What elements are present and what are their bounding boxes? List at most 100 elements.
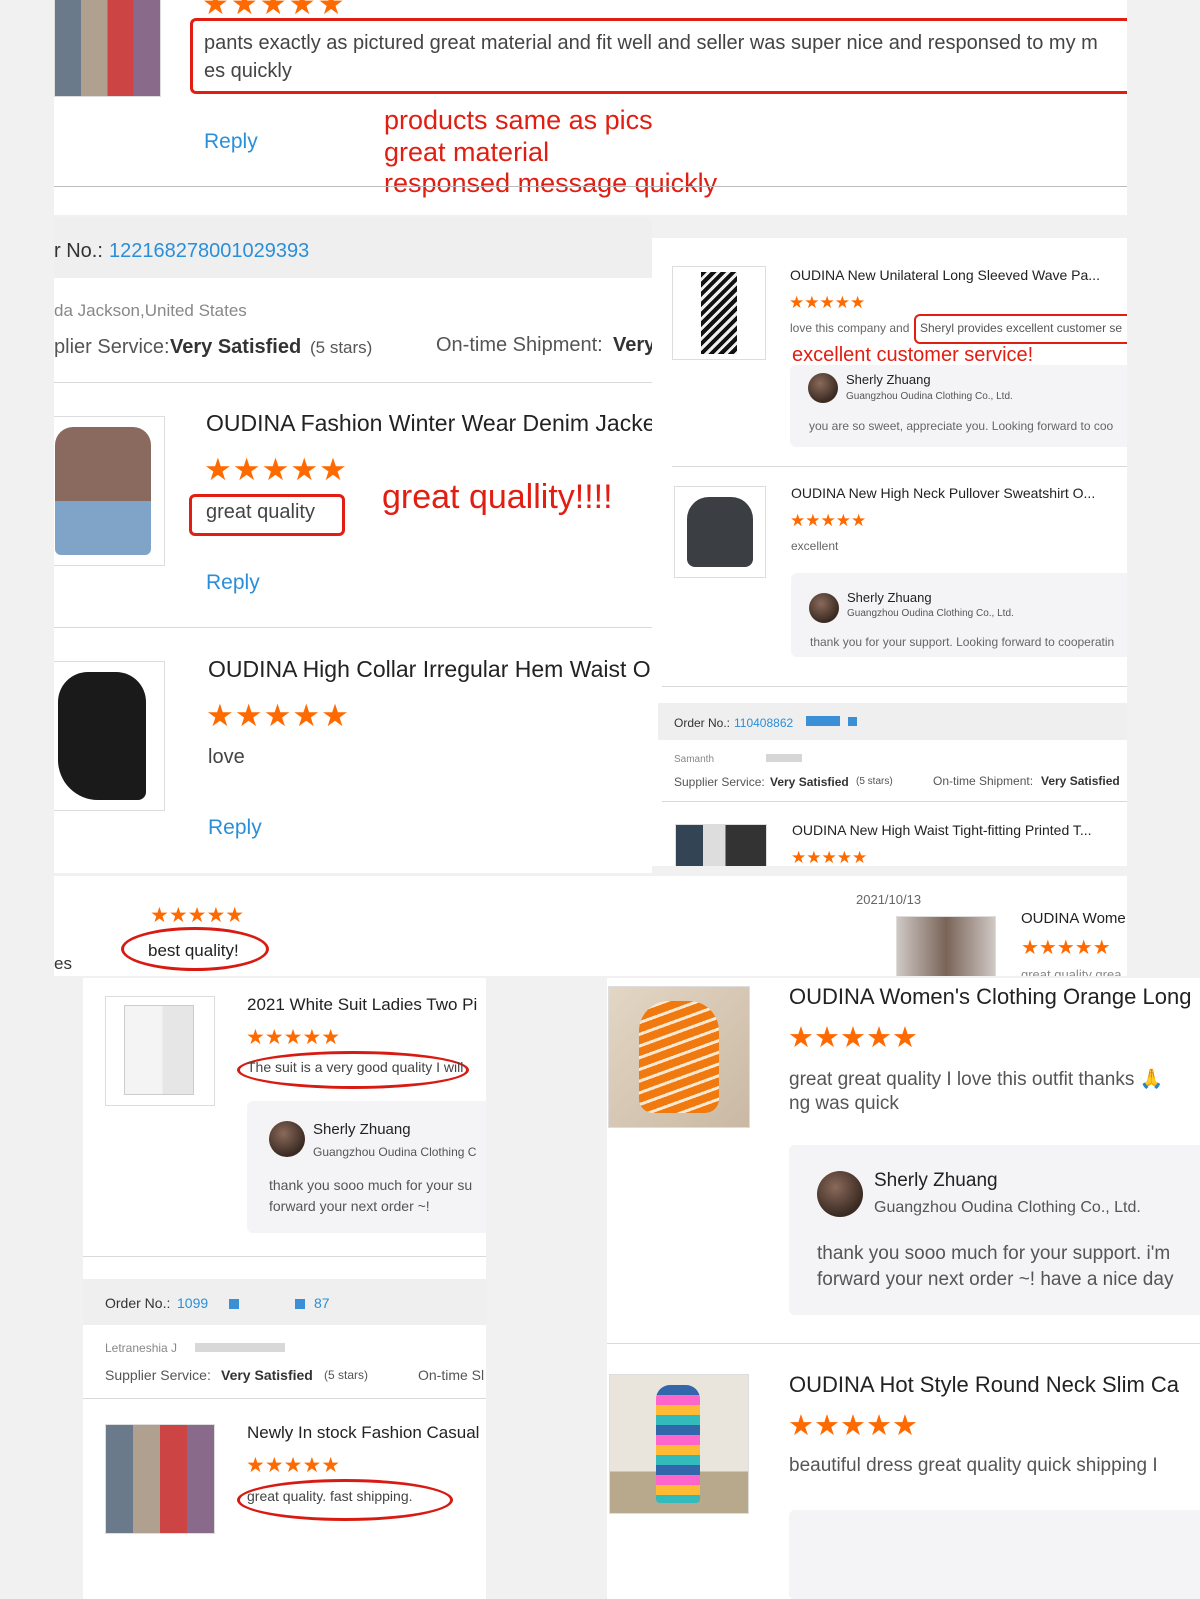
product-thumbnail[interactable] (105, 996, 215, 1106)
product-comment: excellent (791, 539, 839, 553)
product-comment: love (208, 746, 245, 768)
rating-stars: ★★★★★ (206, 698, 350, 733)
product-title[interactable]: OUDINA Wome (1021, 910, 1126, 927)
product-thumbnail[interactable] (105, 1424, 215, 1534)
avatar (808, 373, 838, 403)
order-number-link[interactable]: 122168278001029393 (109, 240, 309, 263)
reply-name: Sherly Zhuang (846, 372, 931, 387)
product-thumbnail[interactable] (675, 824, 767, 866)
reply-text-cont: forward your next order ~! (269, 1198, 430, 1214)
bottom-left-panel: 2021 White Suit Ladies Two Pi ★★★★★ The … (83, 978, 486, 1599)
order-label: r No.: (54, 240, 103, 262)
bottom-right-panel: OUDINA Women's Clothing Orange Long ★★★★… (607, 978, 1200, 1599)
product-comment: best quality! (148, 941, 239, 960)
avatar (269, 1121, 305, 1157)
annotation-line-1: products same as pics (384, 105, 653, 135)
order-number-end[interactable]: 87 (314, 1295, 330, 1311)
rating-stars: ★★★★★ (204, 452, 348, 487)
rating-stars: ★★★★★ (789, 293, 866, 312)
product-comment: great quality (206, 501, 315, 523)
product-comment-cont: ng was quick (789, 1093, 899, 1114)
seller-reply: Sherly Zhuang Guangzhou Oudina Clothing … (790, 365, 1127, 447)
comment-highlight: Sheryl provides excellent customer se (920, 321, 1123, 335)
product-title[interactable]: Newly In stock Fashion Casual (247, 1423, 479, 1443)
reply-link[interactable]: Reply (206, 571, 260, 595)
product-thumbnail[interactable] (54, 416, 165, 566)
order-number-link[interactable]: 110408862 (734, 716, 793, 730)
dress-image (656, 1385, 700, 1503)
product-title[interactable]: OUDINA Fashion Winter Wear Denim Jacke (206, 410, 652, 437)
annotation-line-3: responsed message quickly (384, 168, 718, 198)
divider (662, 801, 1127, 802)
divider (83, 1398, 486, 1399)
middle-strip: es ★★★★★ best quality! 2021/10/13 OUDINA… (54, 876, 1127, 976)
top-image (58, 672, 146, 800)
rating-stars: ★★★★★ (788, 1022, 918, 1054)
supplier-service-label: Supplier Service: (674, 775, 765, 789)
product-title[interactable]: OUDINA High Collar Irregular Hem Waist O (208, 656, 651, 683)
supplier-service-value: Very Satisfied (770, 775, 849, 789)
product-thumbnail[interactable] (609, 1374, 749, 1514)
reply-link[interactable]: Reply (208, 816, 262, 840)
product-title[interactable]: 2021 White Suit Ladies Two Pi (247, 995, 477, 1015)
avatar (817, 1171, 863, 1217)
rating-stars: ★★★★★ (1021, 937, 1111, 959)
divider (672, 466, 1127, 467)
product-title[interactable]: OUDINA Hot Style Round Neck Slim Ca (789, 1372, 1179, 1398)
redaction-mark (766, 754, 802, 762)
divider (54, 627, 652, 628)
reply-company: Guangzhou Oudina Clothing Co., Ltd. (846, 391, 1013, 402)
buyer-name: Letraneshia J (105, 1341, 178, 1355)
supplier-service-label: Supplier Service: (105, 1367, 211, 1383)
divider (54, 382, 652, 383)
product-title[interactable]: OUDINA New High Neck Pullover Sweatshirt… (791, 485, 1095, 501)
annotation: excellent customer service! (792, 344, 1034, 366)
reply-name: Sherly Zhuang (847, 590, 932, 605)
rating-stars: ★★★★★ (150, 904, 245, 927)
product-thumbnail[interactable] (608, 986, 750, 1128)
supplier-stars-text: (5 stars) (324, 1368, 369, 1382)
rating-stars: ★★★★★ (788, 1410, 918, 1442)
right-review-panel: OUDINA New Unilateral Long Sleeved Wave … (652, 238, 1127, 866)
seller-reply: Sherly Zhuang Guangzhou Oudina Clothing … (791, 573, 1127, 657)
review-highlight-box (190, 18, 1127, 94)
product-title[interactable]: OUDINA New High Waist Tight-fitting Prin… (792, 822, 1092, 838)
product-comment: great quality. fast shipping. (247, 1488, 413, 1504)
product-title[interactable]: OUDINA Women's Clothing Orange Long (789, 984, 1191, 1010)
top-review-panel: ★★★★★ pants exactly as pictured great ma… (54, 0, 1127, 215)
product-thumbnail[interactable] (54, 0, 161, 97)
product-title[interactable]: OUDINA New Unilateral Long Sleeved Wave … (790, 267, 1100, 283)
seller-reply: Sherly Zhuang Guangzhou Oudina Clothing … (247, 1101, 486, 1233)
reply-company: Guangzhou Oudina Clothing C (313, 1145, 477, 1159)
review-date: 2021/10/13 (856, 892, 922, 907)
divider (607, 1343, 1200, 1344)
product-comment: great great quality I love this outfit t… (789, 1069, 1164, 1090)
order-label: Order No.: (674, 716, 731, 730)
reply-link[interactable]: Reply (204, 130, 258, 154)
reply-company: Guangzhou Oudina Clothing Co., Ltd. (847, 608, 1014, 619)
supplier-service-value: Very Satisfied (221, 1367, 313, 1383)
divider (662, 686, 1127, 687)
shipment-label: On-time Shipment: (436, 334, 603, 356)
product-thumbnail[interactable] (674, 486, 766, 578)
product-thumbnail[interactable] (54, 661, 165, 811)
avatar (809, 593, 839, 623)
redaction-mark (229, 1299, 239, 1309)
jacket-image (55, 427, 151, 555)
product-comment: beautiful dress great quality quick ship… (789, 1455, 1158, 1476)
reply-text: thank you sooo much for your support. i'… (817, 1243, 1171, 1264)
rating-stars: ★★★★★ (246, 1026, 341, 1049)
dress-image (701, 272, 737, 354)
reply-text: thank you for your support. Looking forw… (810, 635, 1115, 649)
supplier-service-label: plier Service: (54, 336, 170, 358)
left-order-panel: r No.: 122168278001029393 da Jackson,Uni… (54, 218, 652, 873)
rating-stars: ★★★★★ (202, 0, 347, 21)
order-number-link[interactable]: 1099 (177, 1295, 208, 1311)
annotation: great quallity!!!! (382, 478, 613, 516)
shipment-value: Very Satisfied (1041, 774, 1120, 788)
supplier-service-value: Very Satisfied (170, 336, 302, 358)
reply-name: Sherly Zhuang (874, 1170, 998, 1191)
fragment-text: es (54, 954, 72, 973)
product-thumbnail[interactable] (672, 266, 766, 360)
product-thumbnail[interactable] (896, 916, 996, 976)
